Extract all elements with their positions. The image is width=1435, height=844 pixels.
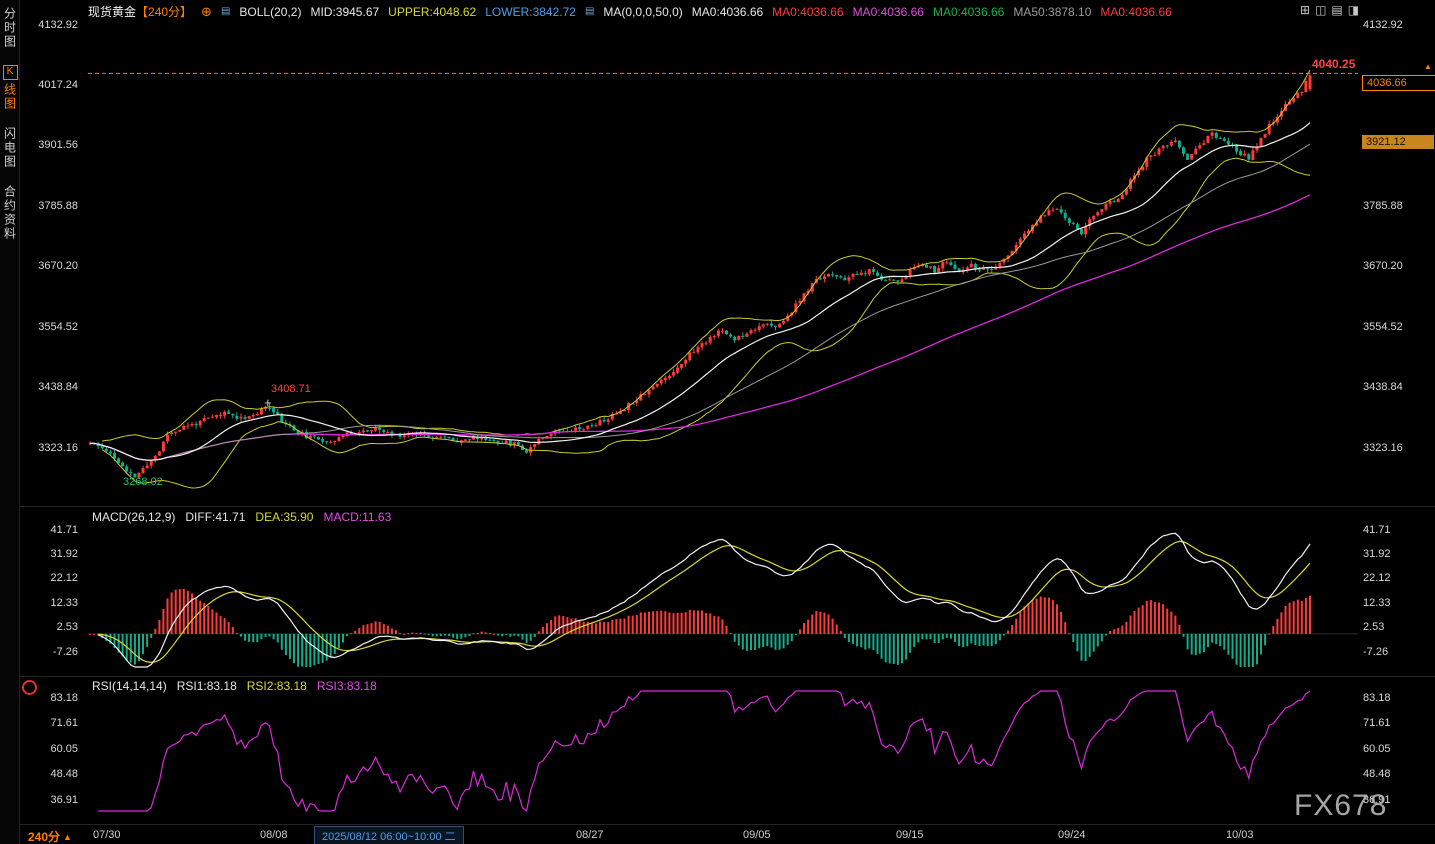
boll-upper-value: UPPER:4048.62 [388, 5, 476, 19]
rsi-axis-left-tick: 48.48 [20, 768, 78, 780]
macd-axis-left-tick: 22.12 [20, 572, 78, 584]
rsi3-value: RSI3:83.18 [317, 679, 377, 693]
prev-settlement-box: 3921.12 [1362, 135, 1434, 149]
crosshair-time-box: 2025/08/12 06:00~10:00 二 [314, 826, 464, 844]
ma-indicator-icon[interactable]: ▤ [585, 6, 594, 17]
macd-axis-right-tick: -7.26 [1363, 646, 1425, 658]
macd-axis-left-tick: 12.33 [20, 597, 78, 609]
boll-lower-value: LOWER:3842.72 [485, 5, 576, 19]
rsi-axis-right-tick: 60.05 [1363, 743, 1425, 755]
ma-value-3: MA0:4036.66 [933, 5, 1004, 19]
macd-axis-left-tick: 2.53 [20, 621, 78, 633]
indicator-header: 现货黄金 【240分】 ⊕ ▤ BOLL(20,2) MID:3945.67 U… [88, 3, 1172, 20]
rsi-axis-left-tick: 71.61 [20, 717, 78, 729]
rsi2-value: RSI2:83.18 [247, 679, 307, 693]
ma-value-5: MA0:4036.66 [1100, 5, 1171, 19]
ma-value-0: MA0:4036.66 [692, 5, 763, 19]
sidebar-tab-2[interactable]: 闪电图 [1, 127, 19, 169]
x-axis-date-label: 10/03 [1226, 829, 1254, 841]
rsi-header: RSI(14,14,14) RSI1:83.18 RSI2:83.18 RSI3… [92, 679, 377, 693]
macd-axis-right-tick: 2.53 [1363, 621, 1425, 633]
macd-axis-left-tick: 31.92 [20, 548, 78, 560]
x-axis-date-label: 08/27 [576, 829, 604, 841]
layout-columns-icon[interactable]: ◨ [1348, 3, 1359, 17]
crosshair-icon: + [264, 395, 272, 410]
price-axis-right-tick: 3785.88 [1363, 200, 1425, 212]
active-tab-badge: K [3, 65, 18, 80]
last-high-annotation: 4040.25 [1312, 57, 1355, 71]
price-axis-right-tick: 3323.16 [1363, 442, 1425, 454]
rsi-axis-right-tick: 83.18 [1363, 692, 1425, 704]
rsi-axis-right-tick: 71.61 [1363, 717, 1425, 729]
price-axis-right-tick: 3554.52 [1363, 321, 1425, 333]
rsi-settings-icon[interactable] [22, 680, 37, 695]
last-price-box: 4036.66 [1362, 75, 1435, 91]
boll-indicator-icon[interactable]: ▤ [221, 6, 230, 17]
rsi1-value: RSI1:83.18 [177, 679, 237, 693]
window-layout-icons: ⊞ ◫ ▤ ◨ [1300, 3, 1359, 17]
active-tab-label: 线图 [3, 83, 17, 111]
macd-axis-right-tick: 31.92 [1363, 548, 1425, 560]
price-axis-right-tick: 3438.84 [1363, 381, 1425, 393]
layout-rows-icon[interactable]: ▤ [1331, 3, 1342, 17]
watermark: FX678 [1294, 789, 1387, 823]
x-axis-date-label: 09/24 [1058, 829, 1086, 841]
macd-diff-value: DIFF:41.71 [185, 510, 245, 524]
swing-low-annotation: 3268.02 [123, 476, 163, 488]
price-axis-left-tick: 4017.24 [20, 79, 78, 91]
price-axis-right-tick: 4132.92 [1363, 19, 1425, 31]
boll-mid-value: MID:3945.67 [310, 5, 379, 19]
price-axis-left-tick: 3438.84 [20, 381, 78, 393]
x-axis-date-label: 09/15 [896, 829, 924, 841]
macd-axis-right-tick: 22.12 [1363, 572, 1425, 584]
ma-value-2: MA0:4036.66 [853, 5, 924, 19]
rsi-axis-left-tick: 36.91 [20, 794, 78, 806]
macd-axis-left-tick: 41.71 [20, 524, 78, 536]
ma-values: MA0:4036.66 MA0:4036.66 MA0:4036.66 MA0:403… [692, 5, 1172, 19]
chart-canvas[interactable] [0, 0, 1435, 844]
price-axis-left-tick: 4132.92 [20, 19, 78, 31]
price-axis-left-tick: 3785.88 [20, 200, 78, 212]
price-axis-left-tick: 3323.16 [20, 442, 78, 454]
x-axis-date-label: 07/30 [93, 829, 121, 841]
macd-dea-value: DEA:35.90 [255, 510, 313, 524]
symbol-name: 现货黄金 [88, 3, 136, 20]
layout-split-vertical-icon[interactable]: ◫ [1315, 3, 1326, 17]
macd-axis-right-tick: 12.33 [1363, 597, 1425, 609]
ma-value-4: MA50:3878.10 [1013, 5, 1091, 19]
separator-macd-rsi [20, 676, 1435, 677]
layout-grid-icon[interactable]: ⊞ [1300, 3, 1310, 17]
period-text: 240分 [28, 828, 60, 844]
price-axis-left-tick: 3901.56 [20, 139, 78, 151]
x-axis-date-label: 08/08 [260, 829, 288, 841]
price-axis-left-tick: 3670.20 [20, 260, 78, 272]
separator-price-macd [20, 506, 1435, 507]
separator-rsi-axis [20, 824, 1435, 825]
rsi-axis-right-tick: 48.48 [1363, 768, 1425, 780]
x-axis-date-label: 09/05 [743, 829, 771, 841]
rsi-title: RSI(14,14,14) [92, 679, 167, 693]
swing-high-annotation: 3408.71 [271, 383, 311, 395]
boll-label: BOLL(20,2) [239, 5, 301, 19]
period-arrow-icon: ▲ [63, 832, 72, 842]
ma-value-1: MA0:4036.66 [772, 5, 843, 19]
price-axis-right-tick: 3670.20 [1363, 260, 1425, 272]
period-tag: 【240分】 [136, 3, 192, 20]
price-direction-arrow: ▲ [1424, 62, 1432, 71]
sidebar-tab-3[interactable]: 合约资料 [1, 185, 19, 241]
macd-title: MACD(26,12,9) [92, 510, 175, 524]
macd-header: MACD(26,12,9) DIFF:41.71 DEA:35.90 MACD:… [92, 510, 391, 524]
sidebar-tab-0[interactable]: 分时图 [1, 7, 19, 49]
rsi-axis-left-tick: 60.05 [20, 743, 78, 755]
trading-app-window: 分时图 K 线图闪电图合约资料 现货黄金 【240分】 ⊕ ▤ BOLL(20,2)… [0, 0, 1435, 844]
add-indicator-icon[interactable]: ⊕ [201, 4, 212, 20]
macd-axis-right-tick: 41.71 [1363, 524, 1425, 536]
macd-macd-value: MACD:11.63 [323, 510, 391, 524]
price-axis-left-tick: 3554.52 [20, 321, 78, 333]
sidebar-tab-1[interactable]: K 线图 [1, 65, 19, 111]
sidebar: 分时图 K 线图闪电图合约资料 [0, 0, 20, 844]
ma-label: MA(0,0,0,50,0) [603, 5, 682, 19]
period-selector[interactable]: 240分 ▲ [28, 828, 72, 844]
macd-axis-left-tick: -7.26 [20, 646, 78, 658]
